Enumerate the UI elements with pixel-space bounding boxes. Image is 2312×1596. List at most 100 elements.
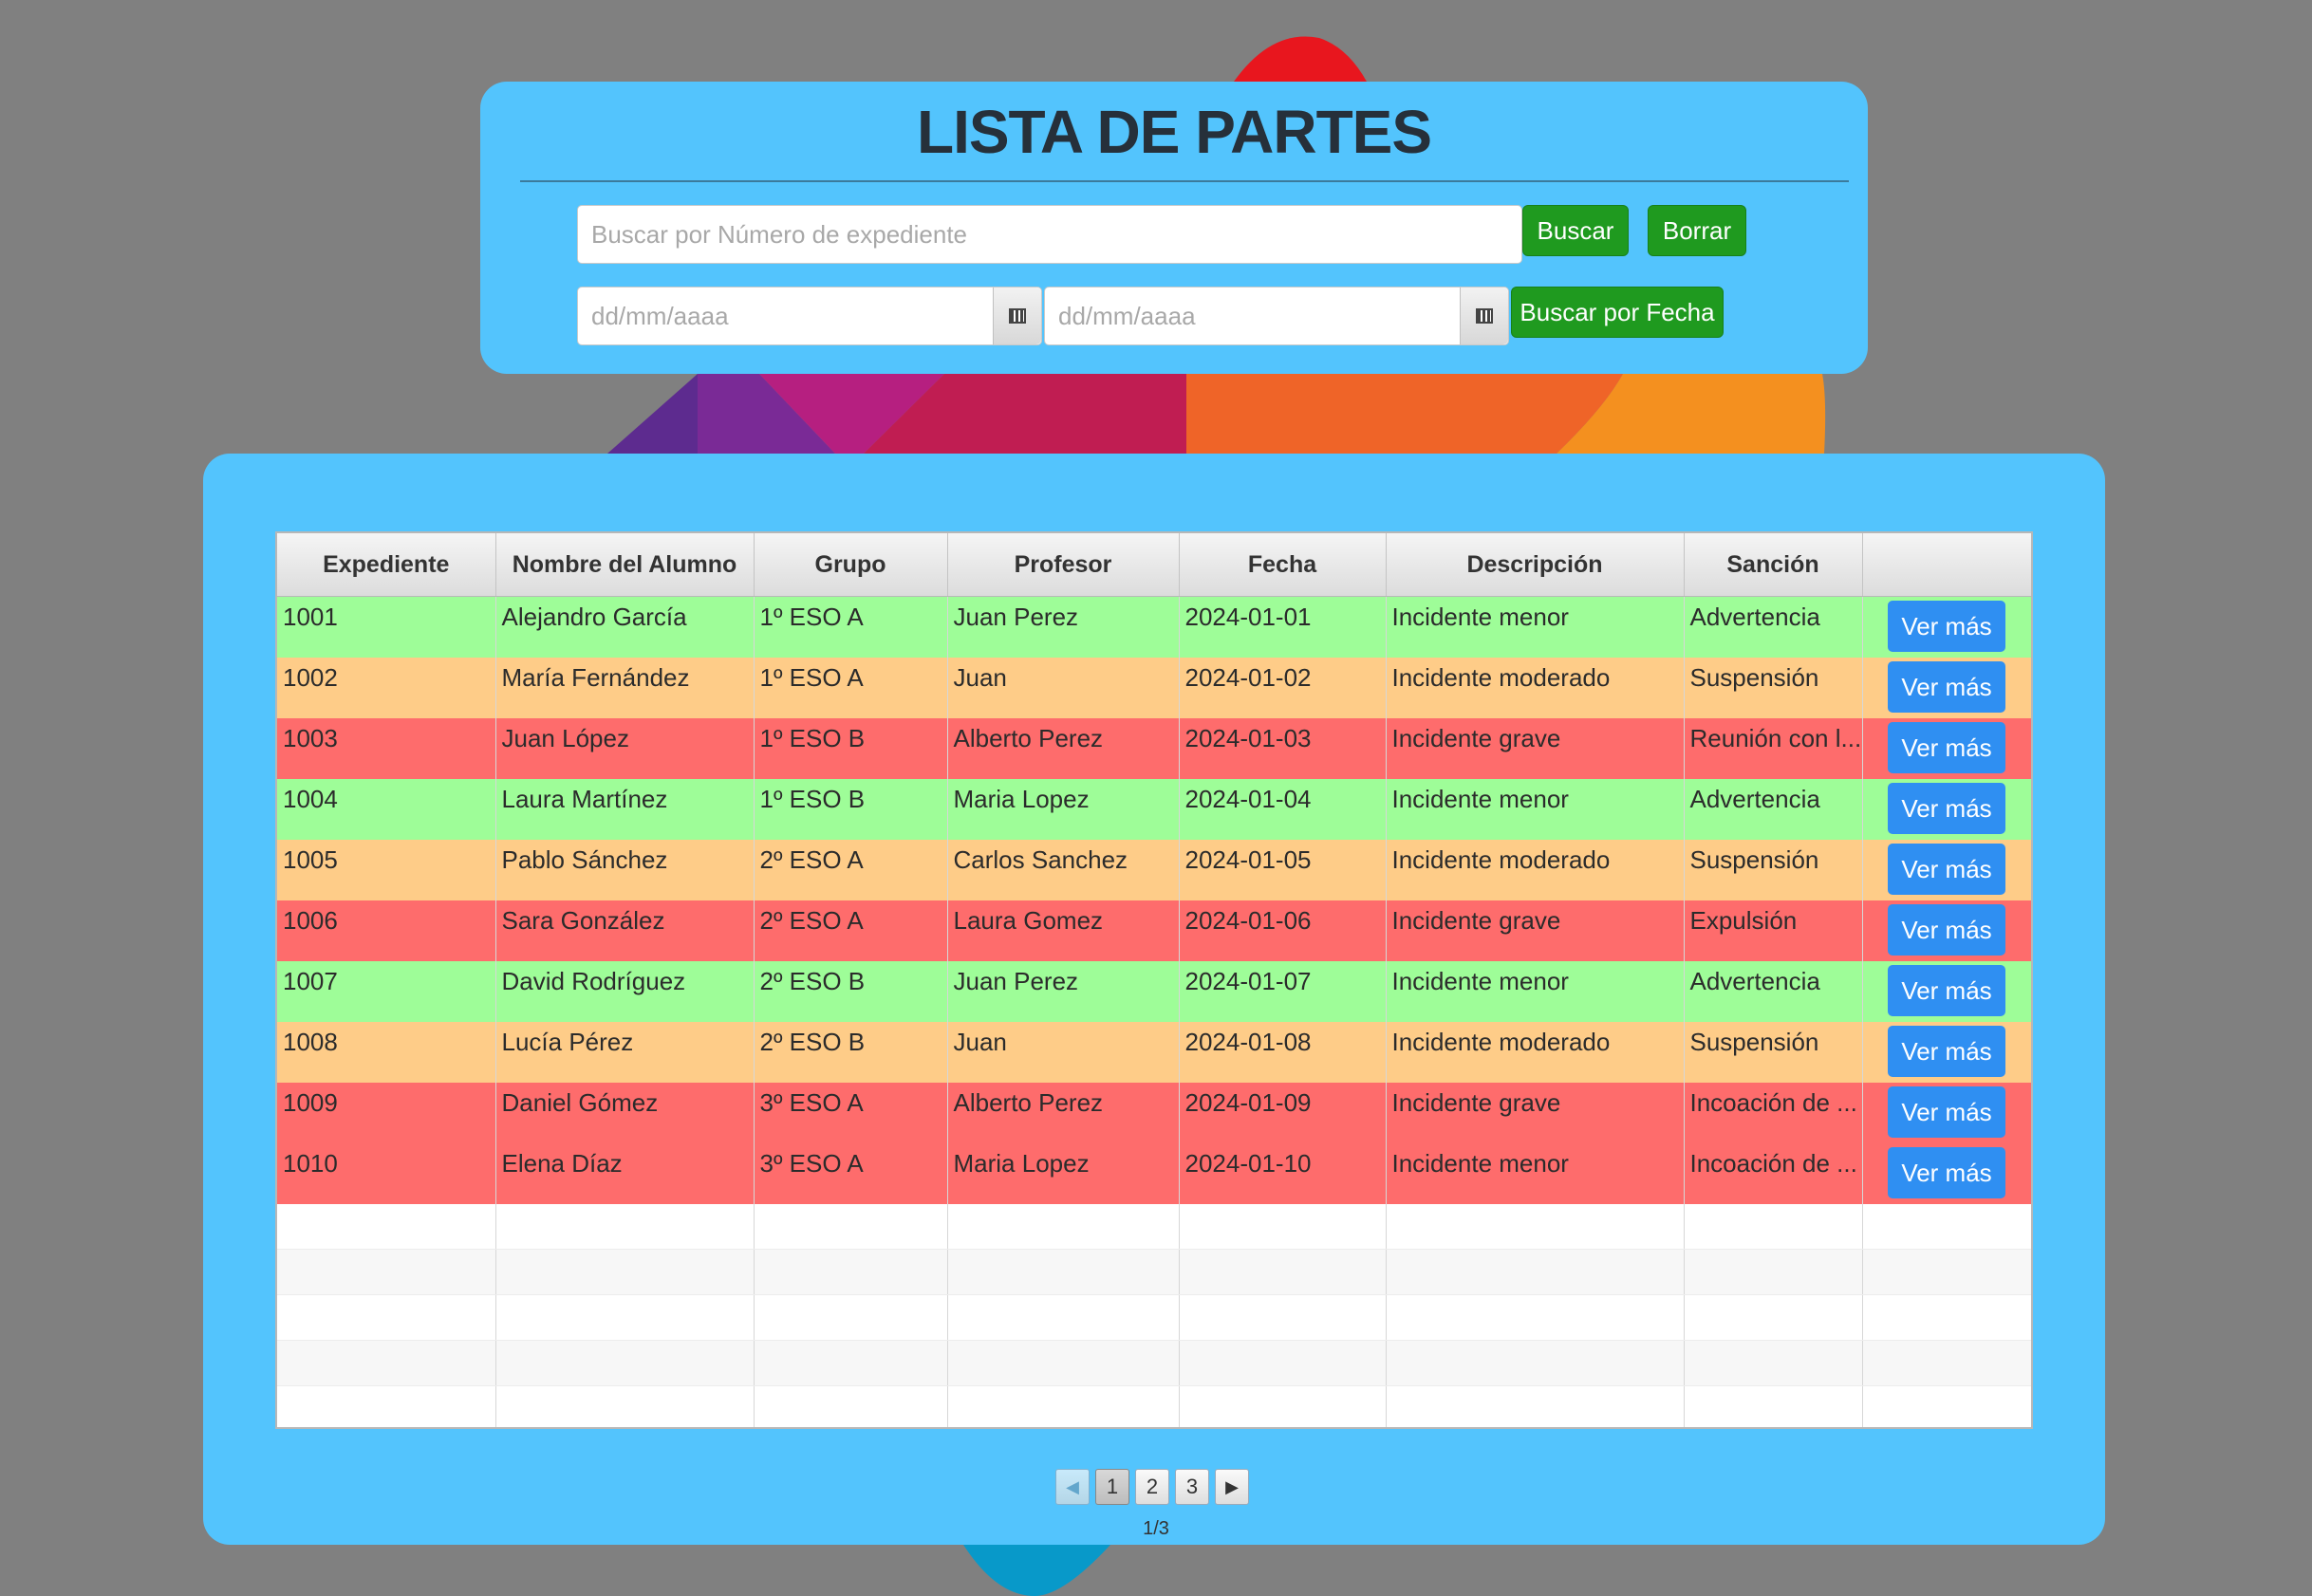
cell-grupo: 1º ESO A [754,596,948,658]
cell-expediente: 1010 [277,1142,496,1204]
cell-profesor: Laura Gomez [947,900,1180,961]
date-to-field[interactable]: dd/mm/aaaa [1044,287,1509,345]
cell-expediente: 1003 [277,717,496,779]
cell-profesor: Alberto Perez [947,717,1180,779]
empty-cell [277,1249,496,1295]
cell-grupo: 1º ESO A [754,657,948,718]
cell-profesor: Carlos Sanchez [947,839,1180,900]
date-to-placeholder: dd/mm/aaaa [1058,301,1196,330]
cell-sancion: Suspensión [1684,839,1863,900]
empty-cell [754,1249,948,1295]
ver-mas-button[interactable]: Ver más [1888,601,2005,652]
cell-sancion: Incoación de ... [1684,1082,1863,1143]
empty-cell [947,1249,1180,1295]
empty-cell [1179,1340,1387,1386]
table-row: 1008 Lucía Pérez 2º ESO B Juan 2024-01-08 Inc… [277,1021,2031,1083]
column-header[interactable] [1862,533,2031,597]
ver-mas-button[interactable]: Ver más [1888,1086,2005,1138]
cell-profesor: Juan [947,657,1180,718]
empty-cell [1862,1385,2031,1427]
partes-table: Expediente Nombre del Alumno Grupo Profe… [275,531,2033,1429]
empty-cell [1179,1294,1387,1341]
cell-descripcion: Incidente menor [1386,960,1685,1022]
column-header[interactable]: Nombre del Alumno [495,533,755,597]
empty-cell [1179,1249,1387,1295]
cell-nombre: Elena Díaz [495,1142,755,1204]
empty-cell [1684,1294,1863,1341]
column-header[interactable]: Grupo [754,533,948,597]
cell-descripcion: Incidente menor [1386,778,1685,840]
empty-cell [277,1385,496,1427]
column-header[interactable]: Sanción [1684,533,1863,597]
cell-nombre: Sara González [495,900,755,961]
column-header[interactable]: Expediente [277,533,496,597]
table-row: 1005 Pablo Sánchez 2º ESO A Carlos Sanchez 2… [277,839,2031,900]
table-row: 1006 Sara González 2º ESO A Laura Gomez 2024… [277,900,2031,961]
page-button[interactable]: 1 [1095,1469,1129,1505]
chevron-right-icon[interactable]: ▶ [1215,1469,1249,1505]
ver-mas-button[interactable]: Ver más [1888,782,2005,834]
column-header[interactable]: Descripción [1386,533,1685,597]
chevron-left-icon[interactable]: ◀ [1055,1469,1090,1505]
ver-mas-button[interactable]: Ver más [1888,1025,2005,1077]
empty-cell [495,1340,755,1386]
empty-cell [1386,1203,1685,1250]
table-row: 1007 David Rodríguez 2º ESO B Juan Perez 202… [277,960,2031,1022]
cell-fecha: 2024-01-10 [1179,1142,1387,1204]
cell-action: Ver más [1862,657,2031,718]
cell-sancion: Expulsión [1684,900,1863,961]
page-status: 1/3 [1143,1518,1169,1539]
empty-cell [1179,1203,1387,1250]
cell-descripcion: Incidente grave [1386,900,1685,961]
ver-mas-button[interactable]: Ver más [1888,1146,2005,1198]
cell-profesor: Maria Lopez [947,778,1180,840]
cell-grupo: 2º ESO A [754,900,948,961]
date-from-field[interactable]: dd/mm/aaaa [577,287,1042,345]
cell-descripcion: Incidente moderado [1386,839,1685,900]
cell-descripcion: Incidente grave [1386,1082,1685,1143]
pagination: ◀ 1 2 3 ▶ [1055,1469,1249,1505]
cell-profesor: Juan [947,1021,1180,1083]
ver-mas-button[interactable]: Ver más [1888,843,2005,895]
cell-nombre: Laura Martínez [495,778,755,840]
cell-action: Ver más [1862,1142,2031,1204]
empty-cell [277,1294,496,1341]
table-row: 1004 Laura Martínez 1º ESO B Maria Lopez 202… [277,778,2031,840]
clear-button[interactable]: Borrar [1648,205,1746,256]
empty-cell [947,1294,1180,1341]
page-button[interactable]: 2 [1135,1469,1169,1505]
ver-mas-button[interactable]: Ver más [1888,721,2005,773]
empty-cell [1862,1249,2031,1295]
cell-action: Ver más [1862,596,2031,658]
search-panel: LISTA DE PARTES Buscar por Número de exp… [480,82,1868,374]
ver-mas-button[interactable]: Ver más [1888,903,2005,956]
empty-cell [277,1203,496,1250]
cell-sancion: Suspensión [1684,1021,1863,1083]
cell-nombre: Pablo Sánchez [495,839,755,900]
cell-grupo: 2º ESO B [754,1021,948,1083]
cell-descripcion: Incidente menor [1386,596,1685,658]
empty-cell [1862,1340,2031,1386]
calendar-icon[interactable] [993,288,1041,344]
date-search-button[interactable]: Buscar por Fecha [1511,287,1724,338]
empty-cell [1684,1340,1863,1386]
cell-sancion: Reunión con l... [1684,717,1863,779]
column-header[interactable]: Fecha [1179,533,1387,597]
cell-fecha: 2024-01-03 [1179,717,1387,779]
column-header[interactable]: Profesor [947,533,1180,597]
empty-row [277,1340,2031,1386]
cell-expediente: 1006 [277,900,496,961]
cell-grupo: 3º ESO A [754,1142,948,1204]
empty-cell [495,1203,755,1250]
search-input[interactable]: Buscar por Número de expediente [577,205,1522,264]
empty-cell [1684,1203,1863,1250]
page-button[interactable]: 3 [1175,1469,1209,1505]
cell-nombre: Juan López [495,717,755,779]
ver-mas-button[interactable]: Ver más [1888,964,2005,1016]
search-button[interactable]: Buscar [1522,205,1629,256]
ver-mas-button[interactable]: Ver más [1888,660,2005,713]
calendar-icon[interactable] [1460,288,1508,344]
cell-action: Ver más [1862,1082,2031,1143]
cell-descripcion: Incidente moderado [1386,1021,1685,1083]
cell-profesor: Alberto Perez [947,1082,1180,1143]
